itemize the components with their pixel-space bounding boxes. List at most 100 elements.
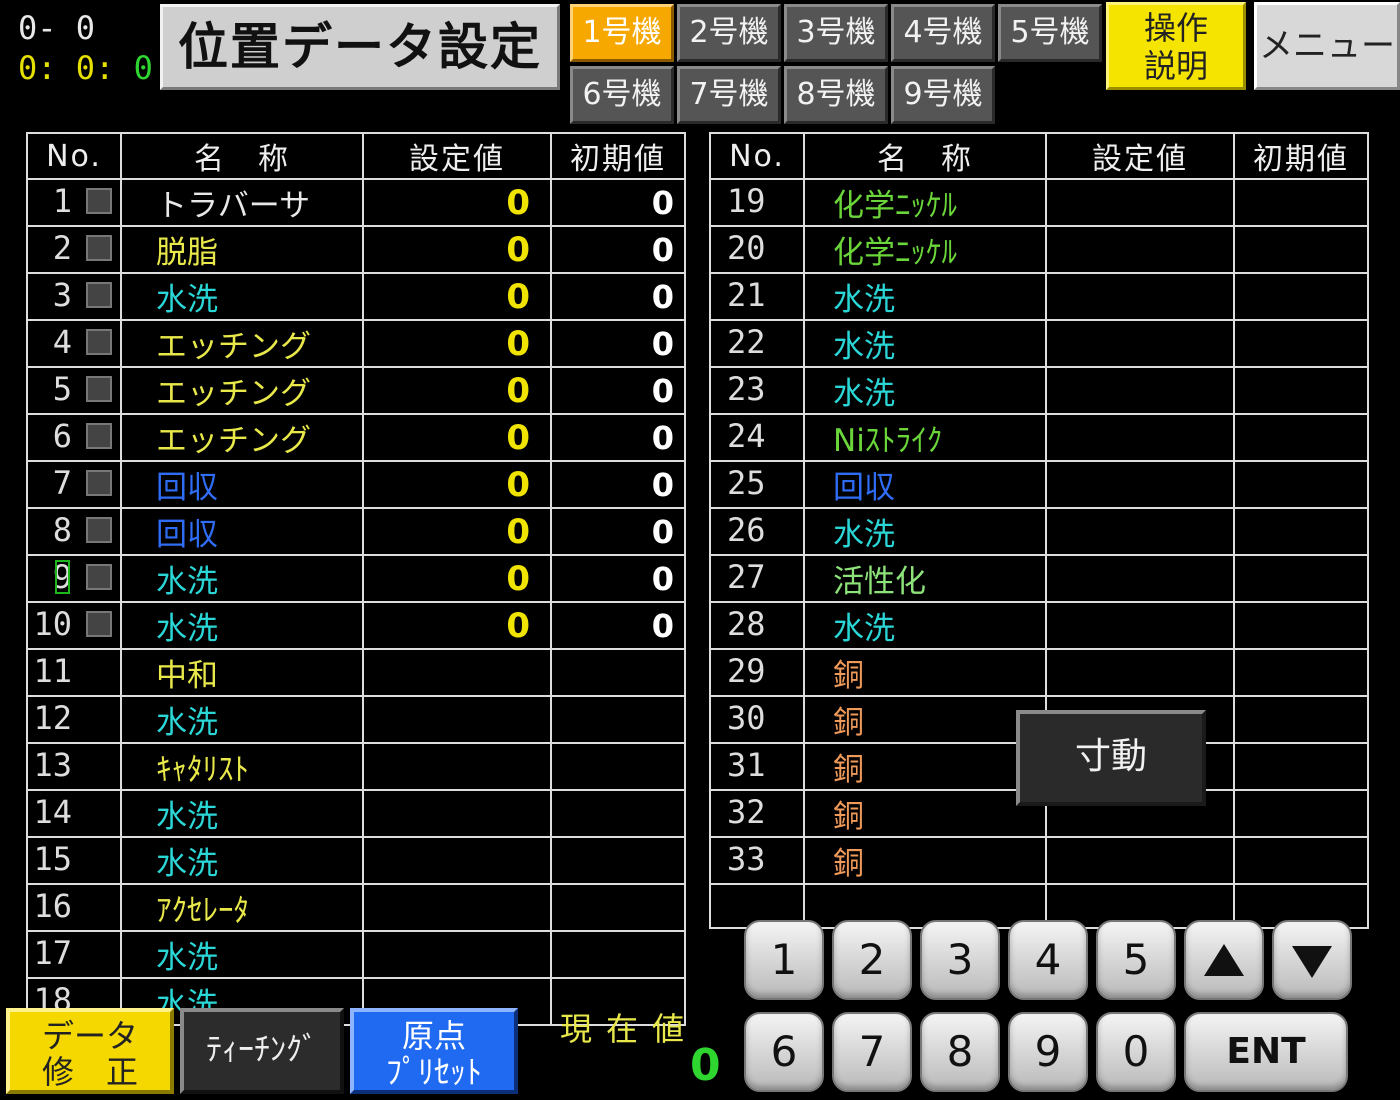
enter-button[interactable]: ENT — [1184, 1012, 1348, 1092]
table-row[interactable]: 11 中和 — [26, 648, 686, 697]
key-2-button[interactable]: 2 — [832, 920, 912, 1000]
row-indicator[interactable] — [86, 235, 112, 261]
key-3-button[interactable]: 3 — [920, 920, 1000, 1000]
table-row[interactable]: 27 活性化 — [709, 554, 1369, 603]
row-indicator[interactable] — [86, 282, 112, 308]
row-indicator[interactable] — [86, 517, 112, 543]
row-set-value[interactable]: 0 — [362, 225, 552, 274]
row-set-value[interactable]: 0 — [362, 554, 552, 603]
up-arrow-button[interactable] — [1184, 920, 1264, 1000]
row-set-value[interactable]: 0 — [362, 178, 552, 227]
key-1-button[interactable]: 1 — [744, 920, 824, 1000]
table-row[interactable]: 6 エッチング 0 0 — [26, 413, 686, 462]
key-0-button[interactable]: 0 — [1096, 1012, 1176, 1092]
row-name: 化学ﾆｯｹﾙ — [803, 178, 1047, 227]
row-set-value[interactable] — [362, 648, 552, 697]
key-8-button[interactable]: 8 — [920, 1012, 1000, 1092]
machine-6-button[interactable]: 6号機 — [570, 66, 674, 124]
row-set-value[interactable] — [1045, 366, 1235, 415]
row-set-value[interactable] — [1045, 601, 1235, 650]
machine-7-button[interactable]: 7号機 — [677, 66, 781, 124]
row-set-value[interactable] — [362, 695, 552, 744]
row-number-cell: 14 — [26, 789, 122, 838]
table-row[interactable]: 5 エッチング 0 0 — [26, 366, 686, 415]
table-row[interactable]: 22 水洗 — [709, 319, 1369, 368]
help-button[interactable]: 操作 説明 — [1106, 2, 1246, 90]
row-indicator[interactable] — [86, 470, 112, 496]
row-name: 水洗 — [803, 601, 1047, 650]
machine-3-button[interactable]: 3号機 — [784, 4, 888, 62]
table-row[interactable]: 21 水洗 — [709, 272, 1369, 321]
row-set-value[interactable] — [1045, 413, 1235, 462]
table-row[interactable]: 24 Niｽﾄﾗｲｸ — [709, 413, 1369, 462]
row-set-value[interactable] — [1045, 507, 1235, 556]
key-6-button[interactable]: 6 — [744, 1012, 824, 1092]
key-5-button[interactable]: 5 — [1096, 920, 1176, 1000]
table-row[interactable]: 12 水洗 — [26, 695, 686, 744]
table-row[interactable]: 3 水洗 0 0 — [26, 272, 686, 321]
table-row[interactable]: 17 水洗 — [26, 930, 686, 979]
table-row[interactable]: 1 トラバーサ 0 0 — [26, 178, 686, 227]
row-set-value[interactable] — [1045, 178, 1235, 227]
table-row[interactable]: 4 エッチング 0 0 — [26, 319, 686, 368]
row-set-value[interactable] — [1045, 554, 1235, 603]
machine-9-button[interactable]: 9号機 — [891, 66, 995, 124]
row-set-value[interactable]: 0 — [362, 460, 552, 509]
table-row[interactable]: 33 銅 — [709, 836, 1369, 885]
teaching-button[interactable]: ﾃｨｰﾁﾝｸﾞ — [180, 1008, 344, 1094]
row-set-value[interactable] — [1045, 648, 1235, 697]
row-set-value[interactable] — [362, 883, 552, 932]
table-row[interactable]: 2 脱脂 0 0 — [26, 225, 686, 274]
row-set-value[interactable]: 0 — [362, 413, 552, 462]
row-set-value[interactable] — [1045, 272, 1235, 321]
table-row[interactable]: 9 水洗 0 0 — [26, 554, 686, 603]
table-row[interactable]: 7 回収 0 0 — [26, 460, 686, 509]
down-arrow-icon — [1292, 946, 1332, 978]
row-set-value[interactable] — [1045, 225, 1235, 274]
table-row[interactable]: 13 ｷｬﾀﾘｽﾄ — [26, 742, 686, 791]
row-set-value[interactable] — [1045, 319, 1235, 368]
jog-button[interactable]: 寸動 — [1016, 710, 1206, 806]
machine-4-button[interactable]: 4号機 — [891, 4, 995, 62]
key-4-button[interactable]: 4 — [1008, 920, 1088, 1000]
machine-5-button[interactable]: 5号機 — [998, 4, 1102, 62]
table-row[interactable]: 14 水洗 — [26, 789, 686, 838]
table-row[interactable]: 10 水洗 0 0 — [26, 601, 686, 650]
row-set-value[interactable]: 0 — [362, 507, 552, 556]
key-7-button[interactable]: 7 — [832, 1012, 912, 1092]
row-set-value[interactable] — [362, 930, 552, 979]
table-row[interactable]: 8 回収 0 0 — [26, 507, 686, 556]
menu-button[interactable]: メニュー — [1254, 2, 1400, 90]
table-row[interactable]: 15 水洗 — [26, 836, 686, 885]
table-row[interactable]: 28 水洗 — [709, 601, 1369, 650]
row-indicator[interactable] — [86, 376, 112, 402]
table-row[interactable]: 25 回収 — [709, 460, 1369, 509]
table-row[interactable]: 19 化学ﾆｯｹﾙ — [709, 178, 1369, 227]
row-set-value[interactable] — [1045, 460, 1235, 509]
down-arrow-button[interactable] — [1272, 920, 1352, 1000]
table-row[interactable]: 16 ｱｸｾﾚｰﾀ — [26, 883, 686, 932]
row-set-value[interactable] — [362, 742, 552, 791]
row-indicator[interactable] — [86, 329, 112, 355]
table-row[interactable]: 26 水洗 — [709, 507, 1369, 556]
row-set-value[interactable] — [1045, 836, 1235, 885]
row-set-value[interactable]: 0 — [362, 319, 552, 368]
data-edit-button[interactable]: データ修 正 — [6, 1008, 174, 1094]
origin-preset-button[interactable]: 原点 ﾌﾟﾘｾｯﾄ — [350, 1008, 518, 1094]
machine-2-button[interactable]: 2号機 — [677, 4, 781, 62]
row-indicator[interactable] — [86, 611, 112, 637]
row-indicator[interactable] — [86, 564, 112, 590]
table-row[interactable]: 23 水洗 — [709, 366, 1369, 415]
row-indicator[interactable] — [86, 423, 112, 449]
table-row[interactable]: 29 銅 — [709, 648, 1369, 697]
row-set-value[interactable]: 0 — [362, 366, 552, 415]
row-set-value[interactable]: 0 — [362, 272, 552, 321]
machine-1-button[interactable]: 1号機 — [570, 4, 674, 62]
row-indicator[interactable] — [86, 188, 112, 214]
table-row[interactable]: 20 化学ﾆｯｹﾙ — [709, 225, 1369, 274]
key-9-button[interactable]: 9 — [1008, 1012, 1088, 1092]
row-set-value[interactable] — [362, 836, 552, 885]
row-set-value[interactable] — [362, 789, 552, 838]
machine-8-button[interactable]: 8号機 — [784, 66, 888, 124]
row-set-value[interactable]: 0 — [362, 601, 552, 650]
